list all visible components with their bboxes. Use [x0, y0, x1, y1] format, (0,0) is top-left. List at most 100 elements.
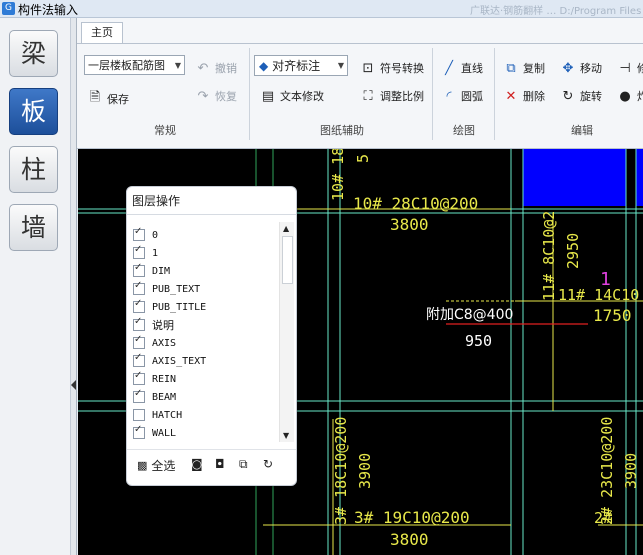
- layer-row-beam[interactable]: BEAM: [127, 388, 277, 406]
- layer-checkbox[interactable]: [133, 370, 145, 385]
- rebar-length: 3800: [390, 215, 429, 234]
- layer-name: BEAM: [152, 391, 177, 403]
- layer-row-axis[interactable]: AXIS: [127, 334, 277, 352]
- select-all-icon: ▩: [137, 459, 148, 472]
- layer-row-axis-text[interactable]: AXIS_TEXT: [127, 352, 277, 370]
- layer-checkbox[interactable]: [133, 424, 145, 439]
- redo-label: 恢复: [215, 90, 237, 103]
- layer-name: PUB_TEXT: [152, 283, 201, 295]
- line-label: 直线: [461, 62, 483, 75]
- layer-row-pub-title[interactable]: PUB_TITLE: [127, 298, 277, 316]
- chevron-down-icon: ▼: [337, 61, 344, 70]
- redo-icon: ↷: [197, 88, 209, 104]
- symbol-convert-button[interactable]: ⊡ 符号转换: [360, 60, 424, 76]
- rebar-label: 11# 8C10@2: [540, 211, 558, 301]
- copy-button[interactable]: ⧉ 复制: [503, 60, 545, 76]
- align-annotation-dropdown[interactable]: ◆ 对齐标注 ▼: [254, 55, 348, 76]
- group-divider: [249, 48, 250, 140]
- layer-checkbox[interactable]: [133, 352, 145, 367]
- layer-row-hatch[interactable]: HATCH: [127, 406, 277, 424]
- save-button[interactable]: 🗎 保存: [87, 88, 129, 110]
- category-column-button[interactable]: 柱: [9, 146, 58, 193]
- window-title: 构件法输入: [18, 3, 79, 17]
- rotate-button[interactable]: ↻ 旋转: [560, 88, 602, 104]
- floor-select-value: 一层楼板配筋图: [88, 59, 165, 72]
- layer-checkbox[interactable]: [133, 388, 145, 403]
- layer-name: 说明: [152, 319, 174, 332]
- layer-name: 1: [152, 247, 159, 259]
- layer-checkbox[interactable]: [133, 409, 145, 421]
- collapse-arrow-icon[interactable]: [71, 380, 76, 390]
- layer-copy-button[interactable]: ⧉: [239, 457, 248, 472]
- layer-row-1[interactable]: 1: [127, 244, 277, 262]
- layer-checkbox[interactable]: [133, 298, 145, 313]
- align-icon: ◆: [259, 59, 269, 73]
- explode-button[interactable]: ● 炸: [617, 88, 643, 104]
- layer-checkbox[interactable]: [133, 262, 145, 277]
- move-label: 移动: [580, 62, 602, 75]
- modify-button[interactable]: ⊣ 修: [617, 60, 643, 76]
- layer-checkbox[interactable]: [133, 244, 145, 259]
- layer-checkbox[interactable]: [133, 226, 145, 241]
- app-icon: G: [2, 2, 15, 15]
- category-wall-button[interactable]: 墙: [9, 204, 58, 251]
- line-button[interactable]: ╱ 直线: [441, 60, 483, 76]
- rebar-length: 3900: [622, 453, 640, 489]
- scroll-down-icon[interactable]: ▼: [283, 431, 289, 440]
- align-label: 对齐标注: [272, 59, 321, 73]
- move-button[interactable]: ✥ 移动: [560, 60, 602, 76]
- layer-row-pub-text[interactable]: PUB_TEXT: [127, 280, 277, 298]
- group-divider: [432, 48, 433, 140]
- hide-layer-button[interactable]: ◘: [215, 457, 225, 471]
- adjust-scale-button[interactable]: ⛶ 调整比例: [360, 88, 424, 104]
- layer-row-dim[interactable]: DIM: [127, 262, 277, 280]
- layer-stack-icon: ⧉: [239, 457, 248, 471]
- layer-checkbox[interactable]: [133, 316, 145, 331]
- arc-icon: ◜: [446, 88, 452, 104]
- group-label-drawing-aux: 图纸辅助: [320, 124, 364, 137]
- save-icon: 🗎: [89, 90, 101, 105]
- category-beam-button[interactable]: 梁: [9, 30, 58, 77]
- undo-label: 撤销: [215, 62, 237, 75]
- hatch-region: [523, 149, 626, 206]
- layer-name: REIN: [152, 373, 177, 385]
- ribbon-toolbar: 主页 一层楼板配筋图 ▼ 🗎 保存 ↶ 撤销 ↷ 恢复 常规 ◆ 对齐标注 ▼ …: [77, 18, 643, 149]
- layer-row-0[interactable]: 0: [127, 226, 277, 244]
- scroll-up-icon[interactable]: ▲: [283, 224, 289, 233]
- redo-button[interactable]: ↷ 恢复: [195, 88, 237, 104]
- rebar-label: 3# 18C10@200: [332, 417, 350, 525]
- bomb-icon: ●: [619, 88, 631, 104]
- undo-button[interactable]: ↶ 撤销: [195, 60, 237, 76]
- rebar-label: 10# 28C10@200: [353, 194, 478, 213]
- rotate-label: 旋转: [580, 90, 602, 103]
- layer-list-scrollbar[interactable]: ▲ ▼: [279, 222, 294, 442]
- arc-button[interactable]: ◜ 圆弧: [441, 88, 483, 104]
- slab-id-label: 1: [600, 269, 611, 290]
- refresh-button[interactable]: ↻: [263, 457, 273, 471]
- select-all-button[interactable]: ▩ 全选: [137, 457, 175, 474]
- layer-checkbox[interactable]: [133, 334, 145, 349]
- layer-list: 0 1 DIM PUB_TEXT PUB_TITLE 说明 AXIS AXIS_…: [127, 226, 277, 442]
- text-edit-icon: ▤: [261, 88, 275, 104]
- tab-home[interactable]: 主页: [81, 22, 123, 43]
- delete-icon: ✕: [505, 88, 517, 104]
- layer-row-rein[interactable]: REIN: [127, 370, 277, 388]
- arc-label: 圆弧: [461, 90, 483, 103]
- layer-panel-footer: ▩ 全选 ◙ ◘ ⧉ ↻: [127, 449, 296, 486]
- scroll-thumb[interactable]: [282, 236, 293, 284]
- copy-icon: ⧉: [506, 60, 516, 76]
- layer-row-notes[interactable]: 说明: [127, 316, 277, 334]
- layer-row-wall[interactable]: WALL: [127, 424, 277, 442]
- floor-select-dropdown[interactable]: 一层楼板配筋图 ▼: [84, 55, 185, 75]
- delete-button[interactable]: ✕ 删除: [503, 88, 545, 104]
- category-slab-button[interactable]: 板: [9, 88, 58, 135]
- layer-checkbox[interactable]: [133, 280, 145, 295]
- undo-icon: ↶: [197, 60, 209, 76]
- rebar-label: 11# 14C10: [558, 286, 639, 304]
- show-layer-button[interactable]: ◙: [191, 457, 203, 471]
- text-modify-button[interactable]: ▤ 文本修改: [260, 88, 324, 104]
- hatch-region: [636, 149, 643, 206]
- layer-panel-title: 图层操作: [132, 194, 181, 208]
- group-label-edit: 编辑: [571, 124, 593, 137]
- rotate-icon: ↻: [562, 88, 574, 104]
